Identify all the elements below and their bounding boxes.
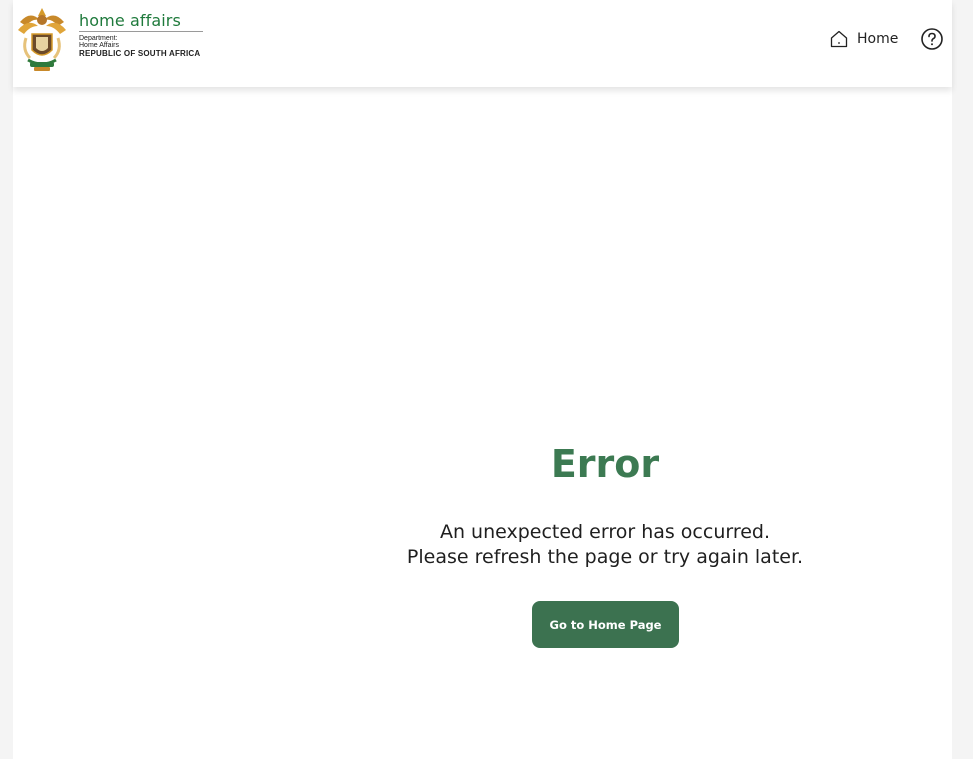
brand-divider [79,31,203,32]
error-message-line2: Please refresh the page or try again lat… [406,546,804,568]
error-message: An unexpected error has occurred. Please… [375,520,835,570]
help-icon [921,28,943,50]
go-to-home-button[interactable]: Go to Home Page [532,601,679,648]
site-header: home affairs Department: Home Affairs RE… [13,0,952,87]
nav-home-label: Home [857,31,899,47]
error-title: Error [550,442,660,486]
brand-department-label: Department: [79,35,118,42]
help-button[interactable] [920,27,944,51]
brand-text: home affairs Department: Home Affairs RE… [79,12,203,59]
brand-republic: REPUBLIC OF SOUTH AFRICA [79,49,201,58]
page-container: home affairs Department: Home Affairs RE… [13,0,952,759]
error-message-line1: An unexpected error has occurred. [439,521,771,543]
home-icon [830,30,848,48]
brand-name: home affairs [79,11,181,30]
home-affairs-logo[interactable]: home affairs Department: Home Affairs RE… [16,4,206,74]
brand-department-name: Home Affairs [79,42,119,49]
nav-home-link[interactable]: Home [829,28,898,50]
coat-of-arms-icon [18,8,66,71]
error-panel: Error An unexpected error has occurred. … [13,432,952,672]
